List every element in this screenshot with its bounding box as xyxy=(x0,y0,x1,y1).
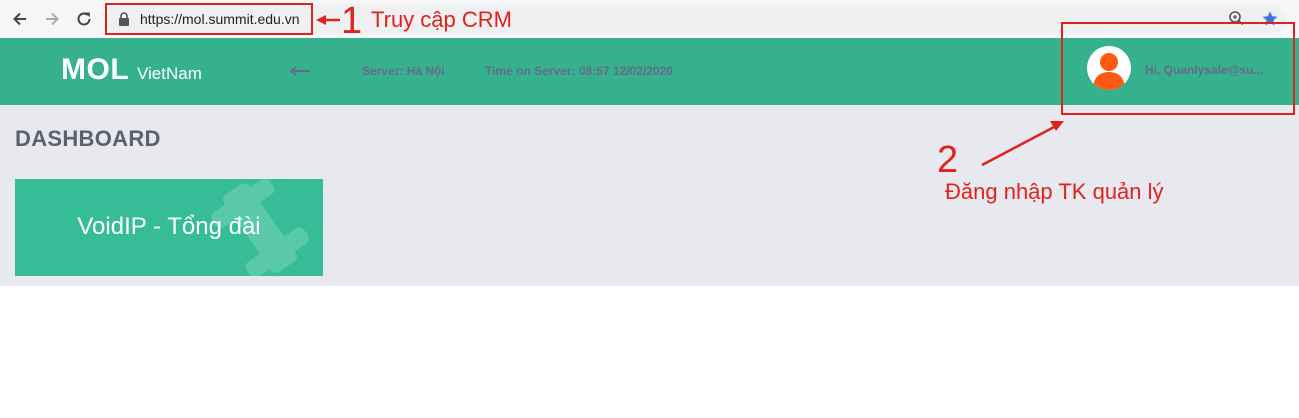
annotation-step-1-number: 1 xyxy=(341,0,363,42)
annotation-arrows xyxy=(316,15,1064,167)
annotation-arrowhead-1 xyxy=(316,15,326,25)
annotation-step-2-text: Đăng nhập TK quản lý xyxy=(945,179,1164,204)
annotation-step-2-number: 2 xyxy=(937,139,959,181)
annotation-arrowhead-2 xyxy=(1050,121,1064,131)
annotation-step-1-text: Truy cập CRM xyxy=(371,7,512,32)
annotation-arrow-2 xyxy=(981,124,1057,167)
